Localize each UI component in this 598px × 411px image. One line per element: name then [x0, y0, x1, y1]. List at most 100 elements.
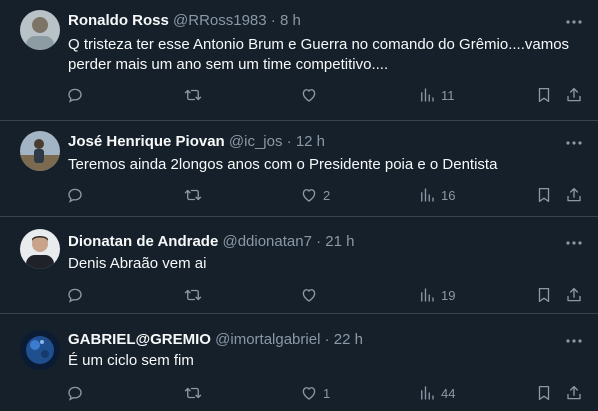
- like-count: 2: [323, 187, 331, 203]
- tweet-text: É um ciclo sem fim: [68, 351, 574, 371]
- separator-dot: ·: [316, 233, 322, 250]
- view-count: 19: [441, 287, 456, 303]
- retweet-icon: [184, 387, 202, 399]
- tweet-text-line: É um ciclo sem fim: [68, 352, 194, 369]
- tweet[interactable]: GABRIEL@GREMIO @imortalgabriel · 22 h É …: [0, 314, 598, 411]
- tweet[interactable]: Ronaldo Ross @RRoss1983 · 8 h Q tristeza…: [0, 0, 598, 121]
- bookmark-icon: [538, 87, 550, 103]
- avatar[interactable]: [20, 10, 60, 50]
- tweet-text: Teremos ainda 2longos anos com o Preside…: [68, 155, 574, 175]
- share-button[interactable]: [565, 285, 583, 305]
- author-name[interactable]: Ronaldo Ross: [68, 12, 169, 29]
- views-button[interactable]: 11: [418, 85, 455, 105]
- timestamp[interactable]: 8 h: [280, 12, 301, 29]
- reply-button[interactable]: [66, 285, 84, 305]
- tweet-actions: 19: [62, 285, 588, 305]
- views-icon: [421, 288, 434, 302]
- share-button[interactable]: [565, 383, 583, 403]
- heart-icon: [302, 387, 316, 400]
- reply-button[interactable]: [66, 383, 84, 403]
- tweet-text-line: perder mais um ano sem um time competiti…: [68, 56, 389, 73]
- retweet-icon: [184, 289, 202, 301]
- heart-icon: [302, 289, 316, 302]
- like-button[interactable]: 1: [300, 383, 330, 403]
- tweet-text-line: Denis Abraão vem ai: [68, 255, 207, 272]
- tweet-text: Denis Abraão vem ai: [68, 254, 574, 274]
- reply-icon: [68, 386, 82, 401]
- bookmark-button[interactable]: [535, 185, 553, 205]
- reply-button[interactable]: [66, 185, 84, 205]
- share-button[interactable]: [565, 85, 583, 105]
- retweet-button[interactable]: [184, 383, 202, 403]
- author-name[interactable]: Dionatan de Andrade: [68, 233, 218, 250]
- views-button[interactable]: 16: [418, 185, 455, 205]
- separator-dot: ·: [270, 12, 276, 29]
- heart-icon: [302, 189, 316, 202]
- timestamp[interactable]: 22 h: [334, 331, 363, 348]
- reply-icon: [68, 288, 82, 303]
- more-icon[interactable]: [564, 12, 584, 32]
- tweet-header: Ronaldo Ross @RRoss1983 · 8 h: [68, 12, 558, 30]
- separator-dot: ·: [324, 331, 330, 348]
- like-button[interactable]: [300, 285, 323, 305]
- bookmark-icon: [538, 187, 550, 203]
- heart-icon: [302, 89, 316, 102]
- author-handle[interactable]: @RRoss1983: [173, 12, 267, 29]
- author-handle[interactable]: @ic_jos: [229, 133, 283, 150]
- tweet-text-line: Q tristeza ter esse Antonio Brum e Guerr…: [68, 36, 570, 53]
- tweet-actions: 11: [62, 85, 588, 105]
- retweet-button[interactable]: [184, 85, 202, 105]
- tweet[interactable]: Dionatan de Andrade @ddionatan7 · 21 h D…: [0, 217, 598, 314]
- like-count: 1: [323, 385, 331, 401]
- share-icon: [567, 187, 581, 202]
- share-icon: [567, 87, 581, 102]
- views-icon: [421, 188, 434, 202]
- avatar[interactable]: [20, 131, 60, 171]
- views-icon: [421, 386, 434, 400]
- author-name[interactable]: José Henrique Piovan: [68, 133, 225, 150]
- more-icon[interactable]: [564, 233, 584, 253]
- tweet-text-line: Teremos ainda 2longos anos com o Preside…: [68, 156, 498, 173]
- timestamp[interactable]: 21 h: [325, 233, 354, 250]
- bookmark-icon: [538, 287, 550, 303]
- more-icon[interactable]: [564, 331, 584, 351]
- tweet-header: GABRIEL@GREMIO @imortalgabriel · 22 h: [68, 331, 558, 349]
- tweet-header: José Henrique Piovan @ic_jos · 12 h: [68, 133, 558, 151]
- bookmark-icon: [538, 385, 550, 401]
- view-count: 16: [441, 187, 456, 203]
- retweet-button[interactable]: [184, 185, 202, 205]
- views-button[interactable]: 19: [418, 285, 455, 305]
- view-count: 11: [441, 87, 455, 103]
- retweet-button[interactable]: [184, 285, 202, 305]
- share-icon: [567, 385, 581, 400]
- separator-dot: ·: [286, 133, 292, 150]
- avatar[interactable]: [20, 229, 60, 269]
- like-button[interactable]: [300, 85, 323, 105]
- tweet-feed: Ronaldo Ross @RRoss1983 · 8 h Q tristeza…: [0, 0, 598, 411]
- reply-button[interactable]: [66, 85, 84, 105]
- retweet-icon: [184, 189, 202, 201]
- views-button[interactable]: 44: [418, 383, 455, 403]
- tweet-actions: 2 16: [62, 185, 588, 205]
- timestamp[interactable]: 12 h: [296, 133, 325, 150]
- tweet-actions: 1 44: [62, 383, 588, 403]
- more-icon[interactable]: [564, 133, 584, 153]
- view-count: 44: [441, 385, 456, 401]
- author-handle[interactable]: @ddionatan7: [222, 233, 311, 250]
- bookmark-button[interactable]: [535, 383, 553, 403]
- reply-icon: [68, 88, 82, 103]
- author-name[interactable]: GABRIEL@GREMIO: [68, 331, 211, 348]
- tweet[interactable]: José Henrique Piovan @ic_jos · 12 h Tere…: [0, 121, 598, 217]
- avatar[interactable]: [20, 330, 60, 370]
- tweet-header: Dionatan de Andrade @ddionatan7 · 21 h: [68, 233, 558, 251]
- author-handle[interactable]: @imortalgabriel: [215, 331, 320, 348]
- share-button[interactable]: [565, 185, 583, 205]
- share-icon: [567, 287, 581, 302]
- views-icon: [421, 88, 434, 102]
- like-button[interactable]: 2: [300, 185, 330, 205]
- tweet-text: Q tristeza ter esse Antonio Brum e Guerr…: [68, 35, 574, 75]
- bookmark-button[interactable]: [535, 285, 553, 305]
- reply-icon: [68, 188, 82, 203]
- bookmark-button[interactable]: [535, 85, 553, 105]
- retweet-icon: [184, 89, 202, 101]
